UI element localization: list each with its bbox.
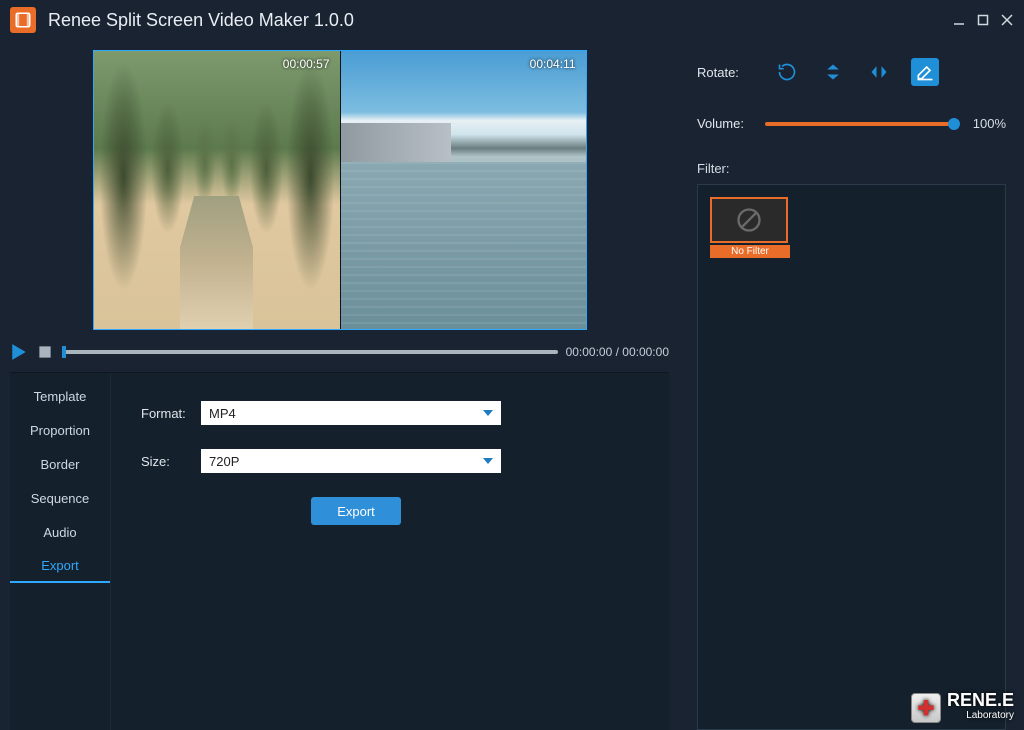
volume-value: 100%: [964, 116, 1006, 131]
right-panel: Rotate: Volume: 100%: [679, 40, 1024, 730]
title-bar: Renee Split Screen Video Maker 1.0.0: [0, 0, 1024, 40]
size-field: Size: 720P: [141, 449, 639, 473]
format-value: MP4: [209, 406, 236, 421]
filter-label: Filter:: [697, 161, 1006, 176]
brand-sub: Laboratory: [947, 708, 1014, 724]
rotate-label: Rotate:: [697, 65, 755, 80]
lower-panel: Template Proportion Border Sequence Audi…: [10, 372, 669, 730]
maximize-button[interactable]: [976, 13, 990, 27]
no-filter-icon: [710, 197, 788, 243]
app-window: Renee Split Screen Video Maker 1.0.0 00:…: [0, 0, 1024, 730]
size-select[interactable]: 720P: [201, 449, 501, 473]
seek-head[interactable]: [62, 346, 66, 358]
brand-badge: ✚ RENE.E Laboratory: [911, 692, 1014, 724]
split-preview[interactable]: 00:00:57 00:04:11: [93, 50, 587, 330]
preview-clip-left[interactable]: 00:00:57: [94, 51, 340, 329]
preview-clip-right[interactable]: 00:04:11: [340, 51, 586, 329]
time-display: 00:00:00 / 00:00:00: [566, 345, 669, 359]
clip-timestamp: 00:04:11: [530, 57, 576, 71]
app-title: Renee Split Screen Video Maker 1.0.0: [48, 10, 952, 31]
export-button[interactable]: Export: [311, 497, 401, 525]
edit-icon[interactable]: [911, 58, 939, 86]
filter-item-none[interactable]: No Filter: [710, 197, 790, 258]
filter-caption: No Filter: [710, 245, 790, 258]
flip-horizontal-icon[interactable]: [865, 58, 893, 86]
format-label: Format:: [141, 406, 201, 421]
brand-name: RENE.E: [947, 690, 1014, 710]
playback-bar: 00:00:00 / 00:00:00: [10, 336, 669, 368]
minimize-button[interactable]: [952, 13, 966, 27]
tab-export[interactable]: Export: [10, 549, 110, 583]
tab-border[interactable]: Border: [10, 447, 110, 481]
preview-wrap: 00:00:57 00:04:11: [10, 50, 669, 330]
brand-icon: ✚: [911, 693, 941, 723]
clip-timestamp: 00:00:57: [283, 57, 330, 71]
format-field: Format: MP4: [141, 401, 639, 425]
rotate-cw-icon[interactable]: [773, 58, 801, 86]
brand-text: RENE.E Laboratory: [947, 692, 1014, 724]
rotate-row: Rotate:: [697, 58, 1006, 86]
tab-sequence[interactable]: Sequence: [10, 481, 110, 515]
seek-track[interactable]: [62, 350, 558, 354]
volume-slider[interactable]: [765, 122, 954, 126]
close-button[interactable]: [1000, 13, 1014, 27]
volume-label: Volume:: [697, 116, 755, 131]
play-button[interactable]: [10, 343, 28, 361]
flip-vertical-icon[interactable]: [819, 58, 847, 86]
tab-content-export: Format: MP4 Size: 720P Export: [110, 373, 669, 730]
volume-row: Volume: 100%: [697, 116, 1006, 131]
volume-thumb[interactable]: [948, 118, 960, 130]
stop-button[interactable]: [36, 343, 54, 361]
left-column: 00:00:57 00:04:11 00:00:00 /: [0, 40, 679, 730]
tab-template[interactable]: Template: [10, 379, 110, 413]
filter-list: No Filter: [697, 184, 1006, 730]
size-value: 720P: [209, 454, 239, 469]
window-controls: [952, 13, 1014, 27]
tab-audio[interactable]: Audio: [10, 515, 110, 549]
size-label: Size:: [141, 454, 201, 469]
tab-list: Template Proportion Border Sequence Audi…: [10, 373, 110, 730]
app-icon: [10, 7, 36, 33]
format-select[interactable]: MP4: [201, 401, 501, 425]
main-area: 00:00:57 00:04:11 00:00:00 /: [0, 40, 1024, 730]
tab-proportion[interactable]: Proportion: [10, 413, 110, 447]
